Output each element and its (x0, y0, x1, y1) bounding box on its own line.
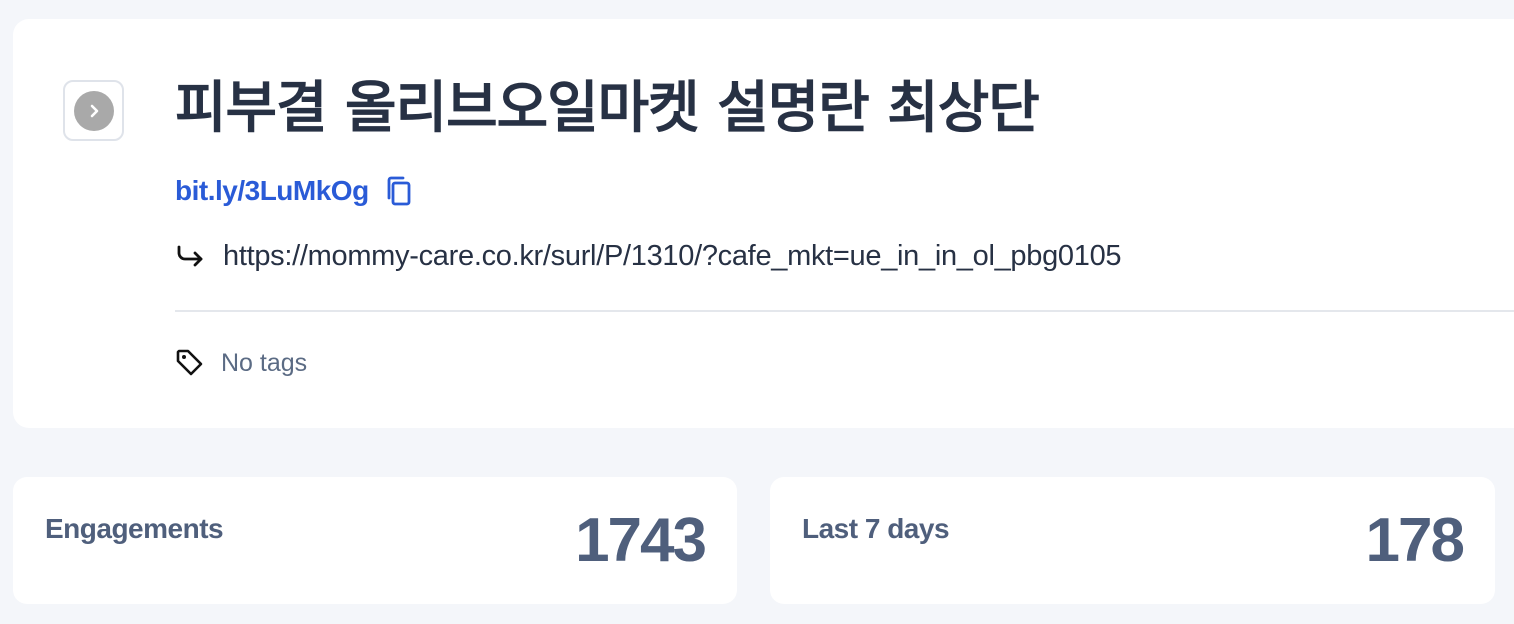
redirect-arrow-icon (175, 241, 207, 271)
tag-icon (175, 348, 205, 378)
copy-icon[interactable] (385, 174, 417, 208)
short-link-row: bit.ly/3LuMkOg (175, 171, 417, 211)
engagements-label: Engagements (45, 513, 224, 544)
destination-url[interactable]: https://mommy-care.co.kr/surl/P/1310/?ca… (223, 240, 1122, 273)
engagements-value: 1743 (575, 506, 707, 575)
engagements-card: Engagements 1743 (13, 477, 737, 604)
chevron-right-icon (73, 90, 114, 131)
last-7-days-card: Last 7 days 178 (770, 477, 1495, 604)
link-details-card: 피부결 올리브오일마켓 설명란 최상단 bit.ly/3LuMkOg https… (13, 19, 1514, 428)
expand-toggle-button[interactable] (63, 80, 124, 141)
tags-label[interactable]: No tags (221, 349, 307, 378)
tags-row: No tags (175, 343, 307, 383)
divider (175, 310, 1514, 312)
last-7-days-label: Last 7 days (802, 513, 950, 544)
link-title: 피부결 올리브오일마켓 설명란 최상단 (175, 76, 1040, 141)
short-link[interactable]: bit.ly/3LuMkOg (175, 175, 369, 207)
destination-row: https://mommy-care.co.kr/surl/P/1310/?ca… (175, 235, 1122, 277)
last-7-days-value: 178 (1365, 506, 1465, 575)
